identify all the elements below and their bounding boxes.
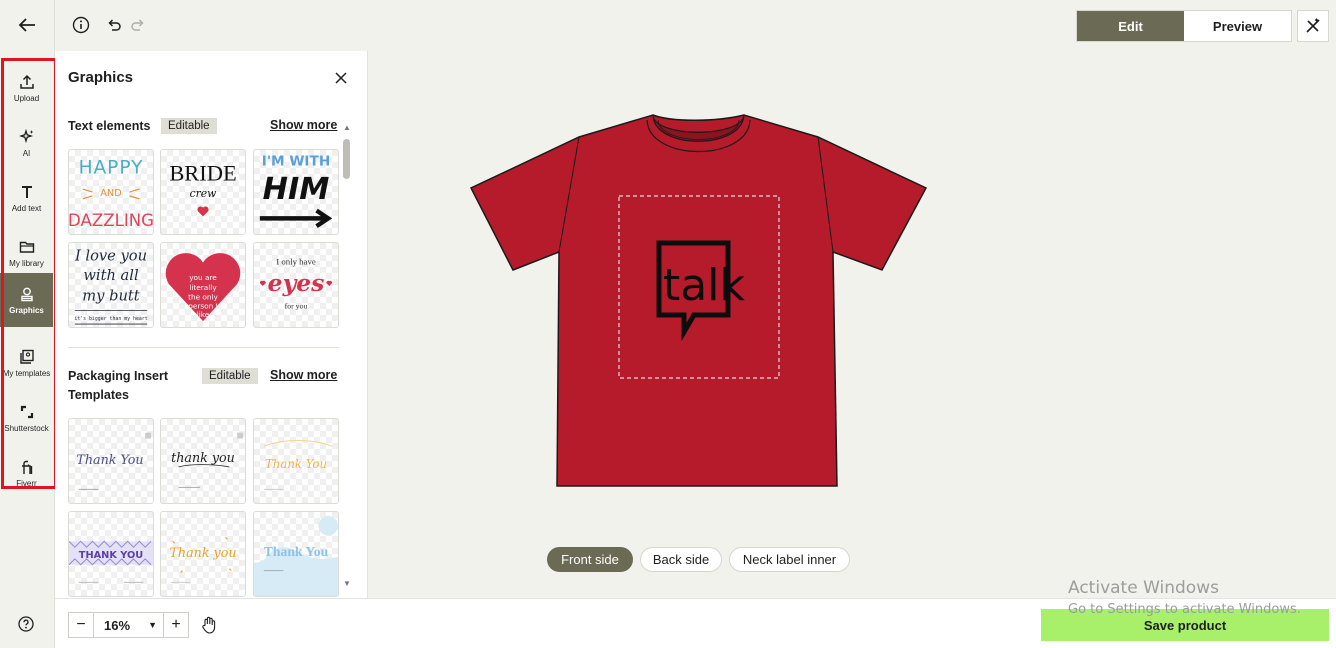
card-text: the only — [188, 293, 218, 302]
text-elements-title: Text elements — [68, 119, 151, 133]
graphic-card[interactable]: I'M WITH HIM — [253, 149, 339, 235]
front-side-button[interactable]: Front side — [547, 547, 633, 572]
card-text: DAZZLING — [69, 211, 153, 230]
card-text: Thank You — [265, 457, 327, 471]
card-text: HAPPY — [79, 157, 144, 178]
template-card[interactable]: THANK YOU — [68, 511, 154, 597]
graphic-card[interactable]: HAPPY AND DAZZLING — [68, 149, 154, 235]
packaging-title-line2: Templates — [68, 388, 129, 402]
panel-title: Graphics — [68, 69, 134, 86]
scroll-up-icon[interactable]: ▲ — [343, 123, 351, 132]
template-card[interactable]: Thank You — [68, 418, 154, 504]
scrollbar-thumb[interactable] — [343, 139, 350, 179]
info-icon[interactable] — [72, 16, 90, 34]
back-side-button[interactable]: Back side — [640, 547, 722, 572]
editable-tag: Editable — [202, 368, 258, 384]
card-text: for you — [285, 301, 308, 310]
zoom-in-button[interactable]: + — [164, 613, 188, 637]
editable-tag: Editable — [161, 118, 217, 134]
card-text: HIM — [263, 172, 330, 207]
scroll-down-icon[interactable]: ▼ — [343, 579, 351, 588]
close-icon[interactable] — [334, 71, 348, 85]
template-card[interactable]: Thank You — [253, 418, 339, 504]
zoom-out-button[interactable]: − — [69, 613, 93, 637]
card-text: Thank you — [169, 545, 236, 560]
card-text: thank you — [171, 450, 235, 465]
card-text: like — [197, 310, 210, 319]
neck-label-inner-button[interactable]: Neck label inner — [729, 547, 850, 572]
graphics-panel: Graphics Text elements Editable Show mor… — [55, 51, 368, 598]
highlight-box — [1, 58, 57, 489]
talk-logo-text: talk — [663, 260, 745, 311]
template-card[interactable]: Thank You — [253, 511, 339, 597]
packaging-title: Packaging Insert Templates — [68, 367, 168, 405]
activate-windows-subtitle: Go to Settings to activate Windows. — [1068, 602, 1301, 617]
template-card[interactable]: Thank you — [160, 511, 246, 597]
card-text: eyes — [268, 269, 325, 297]
template-card[interactable]: thank you — [160, 418, 246, 504]
card-text: with all — [83, 267, 139, 284]
graphic-card[interactable]: you are literally the only person I like — [160, 242, 246, 328]
card-text: I only have — [276, 256, 316, 266]
zoom-select[interactable]: 16% ▼ — [93, 613, 164, 637]
section-divider — [68, 347, 339, 348]
card-text: Thank You — [264, 544, 329, 559]
graphic-card[interactable]: I only have eyes for you — [253, 242, 339, 328]
panel-scrollbar[interactable]: ▲ ▼ — [342, 123, 352, 593]
card-text: I'M WITH — [262, 154, 331, 170]
card-text: it's bigger than my heart — [74, 316, 147, 322]
show-more-link[interactable]: Show more — [270, 118, 337, 132]
help-icon[interactable] — [18, 616, 34, 632]
tshirt-mockup[interactable]: talk — [466, 110, 932, 492]
card-text: crew — [190, 187, 217, 200]
mode-switch: Edit Preview — [1076, 10, 1292, 42]
graphic-card[interactable]: I love you with all my butt it's bigger … — [68, 242, 154, 328]
hand-tool-icon[interactable] — [201, 616, 217, 634]
card-text: my butt — [82, 288, 139, 305]
card-text: THANK YOU — [79, 550, 143, 561]
magic-wand-icon — [1306, 18, 1320, 33]
graphic-card[interactable]: BRIDE crew — [160, 149, 246, 235]
undo-icon[interactable] — [105, 16, 123, 34]
back-arrow-icon[interactable] — [16, 14, 38, 36]
magic-tools-button[interactable] — [1297, 10, 1329, 42]
preview-tab[interactable]: Preview — [1184, 11, 1291, 41]
packaging-title-line1: Packaging Insert — [68, 369, 169, 383]
left-rail: Upload AI Add text My library Graphics M… — [0, 0, 57, 648]
zoom-value: 16% — [104, 617, 131, 633]
card-text: person I — [188, 301, 218, 310]
zoom-control: − 16% ▼ + — [68, 612, 189, 638]
redo-icon[interactable] — [129, 16, 147, 34]
card-text: AND — [100, 188, 121, 199]
card-text: Thank You — [76, 452, 143, 467]
edit-tab[interactable]: Edit — [1077, 11, 1184, 41]
card-text: literally — [189, 283, 217, 292]
chevron-down-icon: ▼ — [148, 620, 157, 630]
show-more-link[interactable]: Show more — [270, 368, 337, 382]
card-text: BRIDE — [169, 160, 236, 185]
activate-windows-title: Activate Windows — [1068, 578, 1219, 598]
card-text: I love you — [74, 248, 147, 265]
card-text: you are — [189, 273, 217, 282]
